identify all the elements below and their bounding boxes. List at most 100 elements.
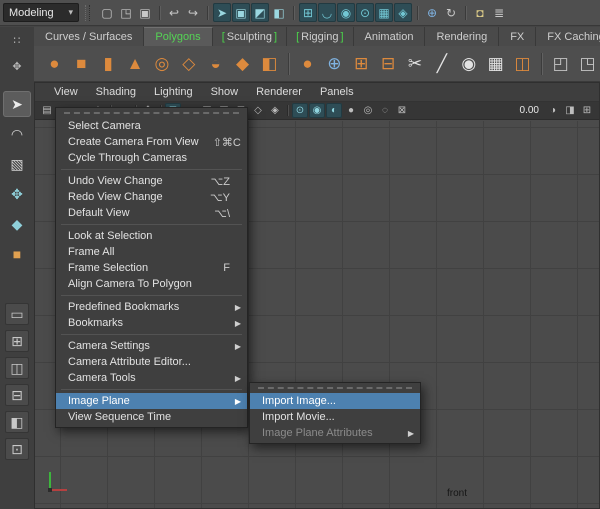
- menu-item-bookmarks[interactable]: Bookmarks▶: [56, 315, 247, 331]
- menu-item-camera-attribute-editor[interactable]: Camera Attribute Editor...: [56, 354, 247, 370]
- snap-to-point-icon[interactable]: ◉: [337, 3, 355, 22]
- select-mask-hierarchy-icon[interactable]: ➤: [213, 3, 231, 22]
- shelf-tab-polygons[interactable]: Polygons: [144, 27, 212, 46]
- panel-menu-view[interactable]: View: [45, 83, 87, 101]
- new-scene-icon[interactable]: ▢: [98, 3, 116, 22]
- shelf-tab-rendering[interactable]: Rendering: [425, 27, 499, 46]
- poly-disc-icon[interactable]: ◒: [203, 50, 228, 78]
- select-mask-type-icon[interactable]: ◧: [270, 3, 288, 22]
- combine-icon[interactable]: ⊞: [349, 50, 374, 78]
- menu-item-redo-view-change[interactable]: Redo View Change⌥Y: [56, 189, 247, 205]
- poly-cone-icon[interactable]: ▲: [123, 50, 148, 78]
- separate-icon[interactable]: ⊟: [376, 50, 401, 78]
- open-scene-icon[interactable]: ◳: [117, 3, 135, 22]
- snap-to-view-plane-icon[interactable]: ▦: [375, 3, 393, 22]
- scale-tool[interactable]: ■: [3, 241, 31, 267]
- shelf-tab-options-icon[interactable]: ∷: [9, 33, 25, 47]
- menu-item-undo-view-change[interactable]: Undo View Change⌥Z: [56, 173, 247, 189]
- menu-item-align-camera-to-polygon[interactable]: Align Camera To Polygon: [56, 276, 247, 292]
- layout-four-pane[interactable]: ⊞: [5, 330, 29, 352]
- frame-selection-icon[interactable]: ◉: [309, 103, 325, 118]
- panel-menu-renderer[interactable]: Renderer: [247, 83, 311, 101]
- highlight-selection-icon[interactable]: ≣: [490, 3, 508, 22]
- poly-torus-icon[interactable]: ◎: [150, 50, 175, 78]
- select-tool[interactable]: ➤: [3, 91, 31, 117]
- lighting-toggle-icon[interactable]: ◐: [326, 103, 342, 118]
- panel-menu-shading[interactable]: Shading: [87, 83, 145, 101]
- menu-item-import-movie[interactable]: Import Movie...: [250, 409, 420, 425]
- menu-tearoff[interactable]: [64, 112, 239, 116]
- snap-to-projected-center-icon[interactable]: ⊙: [356, 3, 374, 22]
- poly-cylinder-icon[interactable]: ▮: [96, 50, 121, 78]
- ambient-occlusion-icon[interactable]: ◎: [360, 103, 376, 118]
- shelf-extra-icon-1[interactable]: ◰: [548, 50, 573, 78]
- make-live-icon[interactable]: ◈: [394, 3, 412, 22]
- snap-to-curve-icon[interactable]: ◡: [318, 3, 336, 22]
- layout-hypershade-persp[interactable]: ⊡: [5, 438, 29, 460]
- menu-item-frame-all[interactable]: Frame All: [56, 244, 247, 260]
- poly-cube-icon[interactable]: ■: [69, 50, 94, 78]
- snap-to-grid-icon[interactable]: ⊞: [299, 3, 317, 22]
- shelf-grip-icon[interactable]: ✥: [9, 59, 25, 73]
- poly-plane-icon[interactable]: ◇: [176, 50, 201, 78]
- safe-title-icon[interactable]: ◈: [267, 103, 283, 118]
- menu-item-view-sequence-time[interactable]: View Sequence Time: [56, 409, 247, 425]
- panel-menu-show[interactable]: Show: [202, 83, 248, 101]
- menuset-dropdown[interactable]: Modeling ▾: [3, 3, 79, 22]
- menu-item-camera-tools[interactable]: Camera Tools▶: [56, 370, 247, 386]
- quad-draw-icon[interactable]: ▦: [483, 50, 508, 78]
- save-scene-icon[interactable]: ▣: [136, 3, 154, 22]
- layout-single-pane[interactable]: ▭: [5, 303, 29, 325]
- menu-item-look-at-selection[interactable]: Look at Selection: [56, 228, 247, 244]
- shadows-toggle-icon[interactable]: ●: [343, 103, 359, 118]
- motion-blur-icon[interactable]: ◌: [377, 103, 393, 118]
- shelf-tab-rigging[interactable]: [Rigging]: [287, 27, 353, 46]
- menu-item-predefined-bookmarks[interactable]: Predefined Bookmarks▶: [56, 299, 247, 315]
- select-camera-icon[interactable]: ▤: [39, 103, 55, 118]
- select-mask-object-icon[interactable]: ▣: [232, 3, 250, 22]
- undo-icon[interactable]: ↩: [165, 3, 183, 22]
- gamma-icon[interactable]: ◨: [562, 103, 578, 118]
- mirror-icon[interactable]: ◫: [510, 50, 535, 78]
- menu-item-select-camera[interactable]: Select Camera: [56, 118, 247, 134]
- select-mask-component-icon[interactable]: ◩: [251, 3, 269, 22]
- menu-item-create-camera-from-view[interactable]: Create Camera From View⇧⌘C: [56, 134, 247, 150]
- shelf-tab-curves-surfaces[interactable]: Curves / Surfaces: [34, 27, 144, 46]
- safe-action-icon[interactable]: ◇: [250, 103, 266, 118]
- menu-item-import-image[interactable]: Import Image...: [250, 393, 420, 409]
- shelf-tab-sculpting[interactable]: [Sculpting]: [213, 27, 287, 46]
- panel-menu-lighting[interactable]: Lighting: [145, 83, 202, 101]
- viewport-renderer-icon[interactable]: ⊞: [579, 103, 595, 118]
- menu-tearoff[interactable]: [258, 387, 412, 391]
- exposure-icon[interactable]: ◑: [545, 103, 561, 118]
- layout-outliner-persp[interactable]: ◧: [5, 411, 29, 433]
- menu-item-camera-settings[interactable]: Camera Settings▶: [56, 338, 247, 354]
- panel-menu-panels[interactable]: Panels: [311, 83, 363, 101]
- boolean-input-icon[interactable]: ⊕: [423, 3, 441, 22]
- shelf-tab-fx[interactable]: FX: [499, 27, 536, 46]
- lasso-tool[interactable]: ◠: [3, 121, 31, 147]
- shelf-tab-animation[interactable]: Animation: [354, 27, 426, 46]
- menu-item-cycle-through-cameras[interactable]: Cycle Through Cameras: [56, 150, 247, 166]
- boolean-union-icon[interactable]: ⊕: [322, 50, 347, 78]
- paint-select-tool[interactable]: ▧: [3, 151, 31, 177]
- layout-two-pane-side[interactable]: ◫: [5, 357, 29, 379]
- connect-icon[interactable]: ╱: [429, 50, 454, 78]
- poly-platonic-icon[interactable]: ◆: [230, 50, 255, 78]
- exposure-field[interactable]: 0.00: [514, 105, 545, 116]
- menu-item-image-plane-attributes[interactable]: Image Plane Attributes▶: [250, 425, 420, 441]
- construction-history-icon[interactable]: ↻: [442, 3, 460, 22]
- poly-pipe-icon[interactable]: ◧: [257, 50, 282, 78]
- shelf-tab-fx-caching[interactable]: FX Caching: [536, 27, 600, 46]
- menu-item-frame-selection[interactable]: Frame SelectionF: [56, 260, 247, 276]
- menu-item-default-view[interactable]: Default View⌥\: [56, 205, 247, 221]
- shelf-extra-icon-2[interactable]: ◳: [575, 50, 600, 78]
- frame-all-icon[interactable]: ⊙: [292, 103, 308, 118]
- rotate-tool[interactable]: ◆: [3, 211, 31, 237]
- menu-item-image-plane[interactable]: Image Plane▶: [56, 393, 247, 409]
- redo-icon[interactable]: ↪: [184, 3, 202, 22]
- poly-sphere-icon[interactable]: ●: [42, 50, 67, 78]
- move-tool[interactable]: ✥: [3, 181, 31, 207]
- multi-cut-icon[interactable]: ✂: [403, 50, 428, 78]
- smooth-mesh-icon[interactable]: ●: [295, 50, 320, 78]
